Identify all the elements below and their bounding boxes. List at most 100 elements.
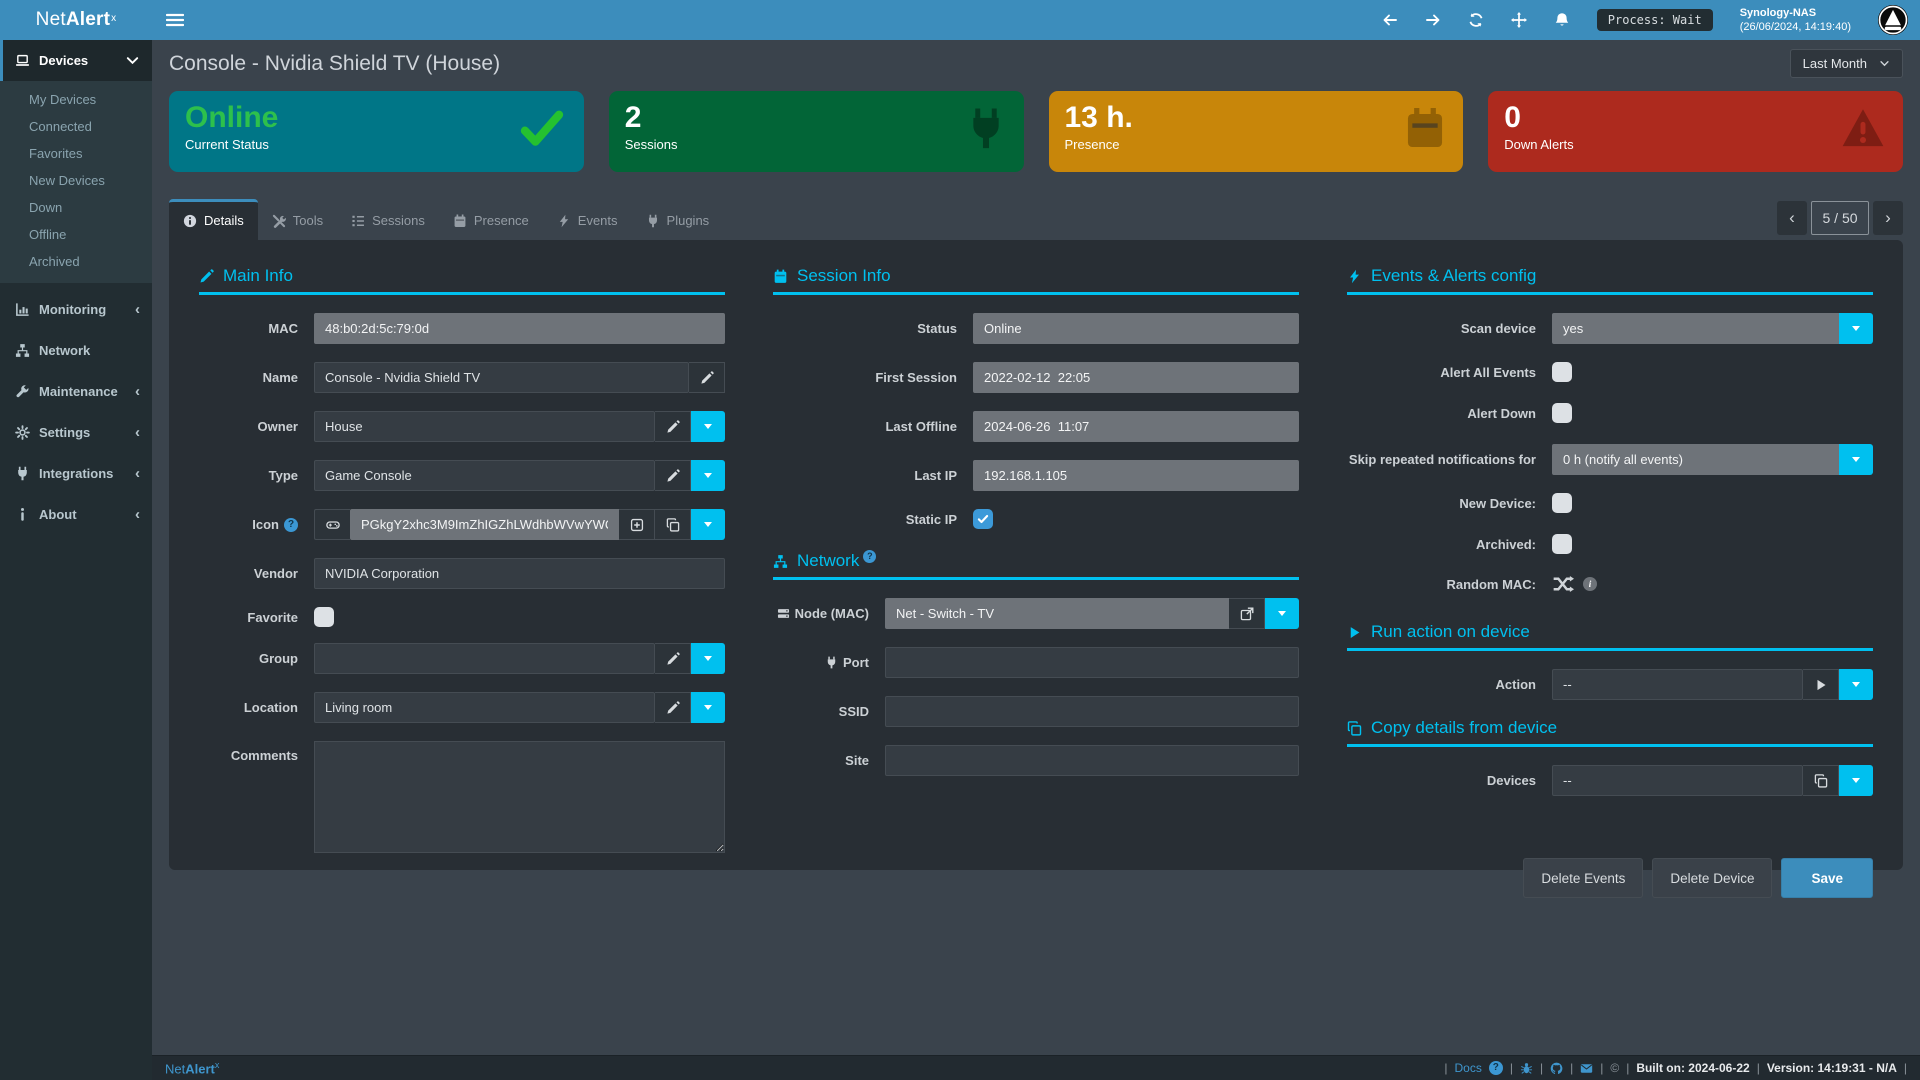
save-button[interactable]: Save xyxy=(1781,858,1873,898)
static-ip-checkbox[interactable] xyxy=(973,509,993,529)
prev-device-button[interactable]: ‹ xyxy=(1777,201,1807,235)
bell-icon[interactable] xyxy=(1554,12,1570,28)
add-icon-button[interactable] xyxy=(619,509,655,540)
last-offline-input[interactable] xyxy=(973,411,1299,442)
alert-down-checkbox[interactable] xyxy=(1552,403,1572,423)
session-network-column: Session Info Status First Session Last O… xyxy=(773,266,1299,898)
edit-name-button[interactable] xyxy=(689,362,725,393)
status-input[interactable] xyxy=(973,313,1299,344)
tab-events[interactable]: Events xyxy=(543,199,632,240)
tab-sessions[interactable]: Sessions xyxy=(337,199,439,240)
docs-link[interactable]: Docs xyxy=(1455,1061,1482,1075)
tab-presence[interactable]: Presence xyxy=(439,199,543,240)
devices-copy-dropdown-button[interactable] xyxy=(1839,765,1873,796)
devices-copy-select[interactable] xyxy=(1552,765,1803,796)
delete-events-button[interactable]: Delete Events xyxy=(1523,858,1643,898)
site-input[interactable] xyxy=(885,745,1299,776)
owner-dropdown-button[interactable] xyxy=(691,411,725,442)
sidebar-item-down[interactable]: Down xyxy=(0,194,152,221)
run-action-button[interactable] xyxy=(1803,669,1839,700)
question-circle-icon[interactable]: ? xyxy=(1489,1061,1503,1075)
footer-brand[interactable]: NetAlertx xyxy=(165,1060,219,1076)
caret-down-icon xyxy=(1852,326,1860,331)
card-presence[interactable]: 13 h. Presence xyxy=(1049,91,1464,172)
node-dropdown-button[interactable] xyxy=(1265,598,1299,629)
sidebar-item-archived[interactable]: Archived xyxy=(0,248,152,275)
back-arrow-icon[interactable] xyxy=(1382,12,1398,28)
last-ip-input[interactable] xyxy=(973,460,1299,491)
sidebar-item-offline[interactable]: Offline xyxy=(0,221,152,248)
type-input[interactable] xyxy=(314,460,655,491)
edit-type-button[interactable] xyxy=(655,460,691,491)
favorite-checkbox[interactable] xyxy=(314,607,334,627)
mac-input[interactable] xyxy=(314,313,725,344)
skip-notifications-select[interactable] xyxy=(1552,444,1839,475)
icon-dropdown-button[interactable] xyxy=(691,509,725,540)
next-device-button[interactable]: › xyxy=(1873,201,1903,235)
port-input[interactable] xyxy=(885,647,1299,678)
icon-base64-input[interactable] xyxy=(350,509,619,540)
node-input[interactable] xyxy=(885,598,1229,629)
arrows-move-icon[interactable] xyxy=(1511,12,1527,28)
card-down-alerts[interactable]: 0 Down Alerts xyxy=(1488,91,1903,172)
first-session-input[interactable] xyxy=(973,362,1299,393)
ssid-input[interactable] xyxy=(885,696,1299,727)
vendor-input[interactable] xyxy=(314,558,725,589)
sidebar-item-settings[interactable]: Settings ‹ xyxy=(0,412,152,453)
group-dropdown-button[interactable] xyxy=(691,643,725,674)
icon-preview-button[interactable] xyxy=(314,509,350,540)
sidebar-item-new-devices[interactable]: New Devices xyxy=(0,167,152,194)
comments-textarea[interactable] xyxy=(314,741,725,853)
sidebar-item-my-devices[interactable]: My Devices xyxy=(0,86,152,113)
tab-details[interactable]: Details xyxy=(169,199,258,240)
card-sessions[interactable]: 2 Sessions xyxy=(609,91,1024,172)
tab-tools[interactable]: Tools xyxy=(258,199,337,240)
sidebar-item-integrations[interactable]: Integrations ‹ xyxy=(0,453,152,494)
group-input[interactable] xyxy=(314,643,655,674)
sidebar-item-favorites[interactable]: Favorites xyxy=(0,140,152,167)
open-node-button[interactable] xyxy=(1229,598,1265,629)
period-selector[interactable]: Last Month xyxy=(1790,49,1903,78)
refresh-icon[interactable] xyxy=(1468,12,1484,28)
sidebar-item-network[interactable]: Network xyxy=(0,330,152,371)
sidebar-item-devices[interactable]: Devices xyxy=(0,40,152,81)
new-device-checkbox[interactable] xyxy=(1552,493,1572,513)
location-input[interactable] xyxy=(314,692,655,723)
card-current-status[interactable]: Online Current Status xyxy=(169,91,584,172)
brand-logo[interactable]: NetAlertx xyxy=(0,0,152,40)
sidebar-toggle-button[interactable] xyxy=(152,0,198,40)
location-dropdown-button[interactable] xyxy=(691,692,725,723)
edit-location-button[interactable] xyxy=(655,692,691,723)
copy-from-device-button[interactable] xyxy=(1803,765,1839,796)
sidebar-item-monitoring[interactable]: Monitoring ‹ xyxy=(0,289,152,330)
forward-arrow-icon[interactable] xyxy=(1425,12,1441,28)
envelope-icon[interactable] xyxy=(1580,1062,1593,1075)
tab-plugins[interactable]: Plugins xyxy=(632,199,724,240)
sidebar-item-about[interactable]: About ‹ xyxy=(0,494,152,535)
gear-icon xyxy=(15,425,30,440)
favorite-row: Favorite xyxy=(199,607,725,627)
archived-checkbox[interactable] xyxy=(1552,534,1572,554)
name-input[interactable] xyxy=(314,362,689,393)
action-dropdown-button[interactable] xyxy=(1839,669,1873,700)
question-circle-icon[interactable]: ? xyxy=(284,518,298,532)
question-circle-icon[interactable]: ? xyxy=(863,550,876,563)
edit-group-button[interactable] xyxy=(655,643,691,674)
info-circle-icon[interactable]: i xyxy=(1583,577,1597,591)
scan-device-select[interactable] xyxy=(1552,313,1839,344)
delete-device-button[interactable]: Delete Device xyxy=(1652,858,1772,898)
github-icon[interactable] xyxy=(1550,1062,1563,1075)
sidebar-item-connected[interactable]: Connected xyxy=(0,113,152,140)
copy-icon-button[interactable] xyxy=(655,509,691,540)
sidebar-item-maintenance[interactable]: Maintenance ‹ xyxy=(0,371,152,412)
action-select[interactable] xyxy=(1552,669,1803,700)
edit-owner-button[interactable] xyxy=(655,411,691,442)
scan-device-dropdown-button[interactable] xyxy=(1839,313,1873,344)
type-dropdown-button[interactable] xyxy=(691,460,725,491)
owner-input[interactable] xyxy=(314,411,655,442)
skip-notifications-dropdown-button[interactable] xyxy=(1839,444,1873,475)
alert-all-events-checkbox[interactable] xyxy=(1552,362,1572,382)
run-action-header: Run action on device xyxy=(1347,622,1873,651)
user-avatar[interactable] xyxy=(1878,5,1908,35)
bug-icon[interactable] xyxy=(1520,1062,1533,1075)
